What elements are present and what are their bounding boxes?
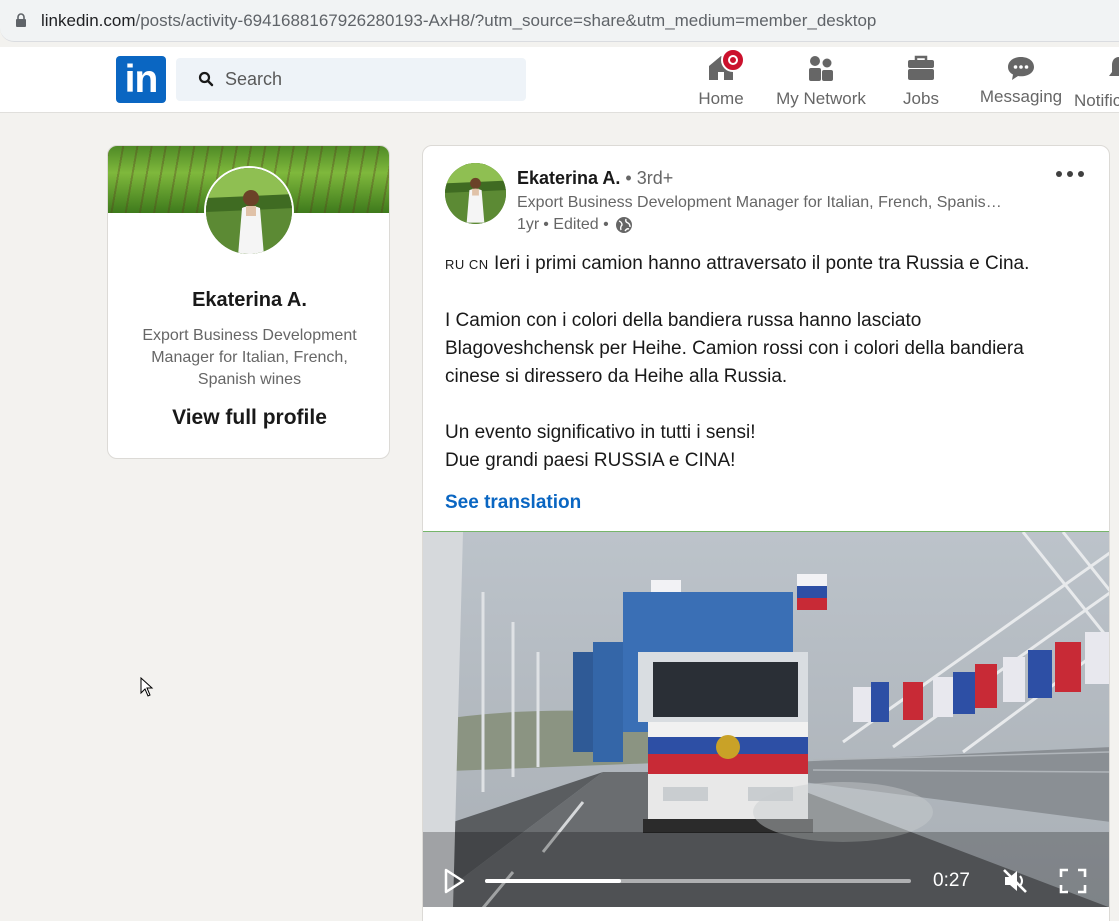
search-box[interactable] <box>176 58 526 101</box>
lock-icon <box>16 13 26 27</box>
nav-label-home: Home <box>698 89 744 108</box>
connection-degree: • 3rd+ <box>620 168 674 188</box>
video-frame <box>423 532 1109 907</box>
post-card: Ekaterina A. • 3rd+ Export Business Deve… <box>422 145 1110 921</box>
nav-label-messaging: Messaging <box>979 87 1063 106</box>
globe-icon <box>615 217 632 233</box>
messaging-icon <box>1008 57 1034 80</box>
video-time: 0:27 <box>933 870 970 891</box>
post-text-line: I Camion con i colori della bandiera rus… <box>445 310 922 331</box>
bell-icon <box>1109 57 1119 76</box>
profile-headline: Export Business Development Manager for … <box>142 327 357 388</box>
video-progress-fill <box>485 879 622 883</box>
avatar-photo <box>206 168 292 254</box>
post-meta: 1yr • Edited • <box>517 216 633 234</box>
nav-label-notifications: Notifications <box>1074 91 1119 110</box>
view-full-profile-link[interactable]: View full profile <box>108 406 389 430</box>
post-time: 1yr <box>517 216 540 233</box>
notification-badge <box>721 48 745 72</box>
post-text-line: cinese si diressero da Heihe alla Russia… <box>445 366 788 387</box>
play-icon[interactable] <box>443 868 465 894</box>
search-icon <box>198 71 214 87</box>
nav-item-notifications[interactable]: Notifications <box>1074 47 1119 113</box>
post-text-line: Blagoveshchensk per Heihe. Camion rossi … <box>445 338 1024 359</box>
flag-emojis: RU CN <box>445 257 489 272</box>
profile-card: Ekaterina A. Export Business Development… <box>107 145 390 459</box>
post-author[interactable]: Ekaterina A. • 3rd+ <box>517 168 673 189</box>
mute-icon[interactable] <box>1001 867 1029 895</box>
post-text-line: Un evento significativo in tutti i sensi… <box>445 422 756 443</box>
search-input[interactable] <box>225 58 515 101</box>
mouse-cursor-icon <box>140 677 154 697</box>
nav-item-home[interactable]: Home <box>691 47 751 113</box>
post-edited: • Edited • <box>543 216 609 233</box>
post-line-1: RU CN Ieri i primi camion hanno attraver… <box>445 250 1085 279</box>
post-text-line: Due grandi paesi RUSSIA e CINA! <box>445 450 736 471</box>
nav-label-my-network: My Network <box>776 89 866 108</box>
fullscreen-icon[interactable] <box>1059 868 1087 894</box>
post-text-line-1: Ieri i primi camion hanno attraversato i… <box>488 253 1030 274</box>
nav-item-jobs[interactable]: Jobs <box>891 47 951 113</box>
author-name: Ekaterina A. <box>517 168 621 188</box>
profile-name[interactable]: Ekaterina A. <box>108 289 389 312</box>
nav-item-my-network[interactable]: My Network <box>772 47 870 113</box>
video-progress-bar[interactable] <box>485 879 911 883</box>
global-nav: in Home My Network <box>0 47 1119 113</box>
linkedin-logo[interactable]: in <box>116 56 166 103</box>
browser-url-bar[interactable]: linkedin.com/posts/activity-694168816792… <box>0 0 1119 42</box>
post-body: RU CN Ieri i primi camion hanno attraver… <box>445 250 1085 475</box>
network-icon <box>809 56 833 81</box>
video-player[interactable]: 0:27 <box>423 531 1109 907</box>
more-options-icon[interactable] <box>1053 166 1087 182</box>
author-avatar[interactable] <box>445 163 506 224</box>
profile-avatar[interactable] <box>204 166 294 256</box>
nav-label-jobs: Jobs <box>903 89 939 108</box>
author-headline: Export Business Development Manager for … <box>517 194 1007 211</box>
url-path: /posts/activity-6941688167926280193-AxH8… <box>135 11 877 30</box>
post-paragraph-2: I Camion con i colori della bandiera rus… <box>445 307 1085 391</box>
video-controls: 0:27 <box>423 852 1109 907</box>
author-avatar-photo <box>445 163 506 224</box>
url-text[interactable]: linkedin.com/posts/activity-694168816792… <box>41 11 876 31</box>
see-translation-link[interactable]: See translation <box>445 492 581 514</box>
url-domain: linkedin.com <box>41 11 136 30</box>
post-paragraph-3: Un evento significativo in tutti i sensi… <box>445 419 1085 475</box>
briefcase-icon <box>908 55 934 80</box>
nav-item-messaging[interactable]: Messaging <box>976 47 1066 113</box>
